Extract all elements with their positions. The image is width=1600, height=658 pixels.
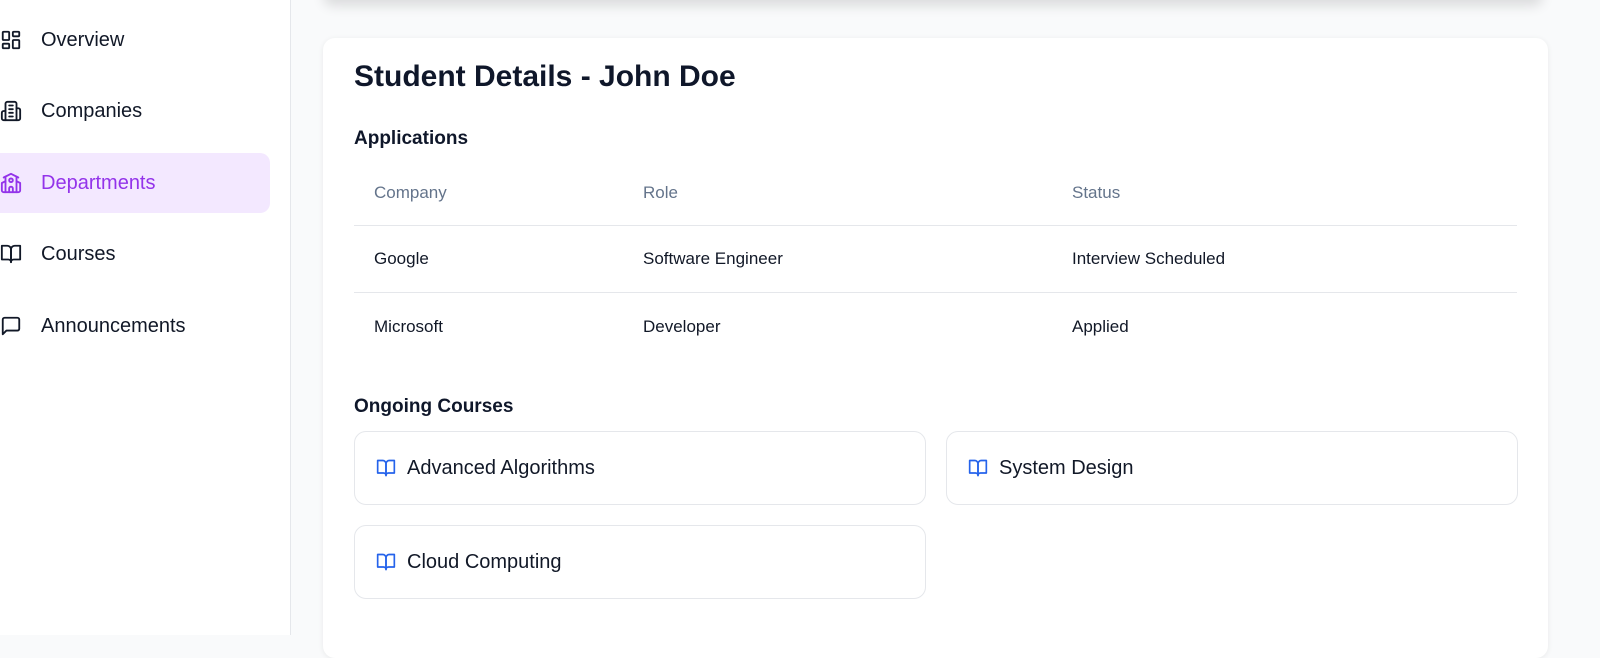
school-icon [0,172,22,194]
message-square-icon [0,315,22,337]
course-card[interactable]: Cloud Computing [354,525,926,599]
student-details-card: Student Details - John Doe Applications … [323,38,1548,658]
sidebar-item-label: Companies [41,99,143,122]
column-header-company: Company [374,183,447,202]
applications-table: Company Role Status Google Software Engi… [354,161,1517,360]
table-cell-role: Software Engineer [643,249,783,268]
overview-icon [0,29,22,51]
table-header-row: Company Role Status [354,161,1517,226]
sidebar-item-departments[interactable]: Departments [0,153,270,213]
sidebar-item-overview[interactable]: Overview [0,10,270,70]
course-name: System Design [999,456,1134,479]
course-card[interactable]: Advanced Algorithms [354,431,926,505]
table-row: Microsoft Developer Applied [354,293,1517,360]
ongoing-courses-heading: Ongoing Courses [354,396,514,417]
sidebar: Overview Companies Departments Courses A… [0,0,291,635]
book-open-icon [376,458,396,478]
column-header-role: Role [643,183,678,202]
table-cell-status: Interview Scheduled [1072,249,1226,268]
book-open-icon [376,552,396,572]
book-open-icon [0,243,22,265]
sidebar-item-label: Announcements [41,314,186,337]
table-cell-role: Developer [643,316,721,336]
sidebar-item-companies[interactable]: Companies [0,81,270,141]
course-name: Advanced Algorithms [407,456,595,479]
table-cell-company: Microsoft [374,316,443,336]
sidebar-item-label: Overview [41,28,125,51]
table-row: Google Software Engineer Interview Sched… [354,226,1517,293]
applications-heading: Applications [354,128,469,149]
page-title: Student Details - John Doe [354,60,736,93]
sidebar-item-label: Courses [41,242,116,265]
table-cell-status: Applied [1072,316,1129,336]
sidebar-item-announcements[interactable]: Announcements [0,296,270,356]
column-header-status: Status [1072,183,1121,202]
building-icon [0,100,22,122]
course-name: Cloud Computing [407,550,562,573]
sidebar-item-courses[interactable]: Courses [0,224,270,284]
book-open-icon [968,458,988,478]
course-card[interactable]: System Design [946,431,1518,505]
sidebar-item-label: Departments [41,171,156,194]
table-cell-company: Google [374,249,429,268]
